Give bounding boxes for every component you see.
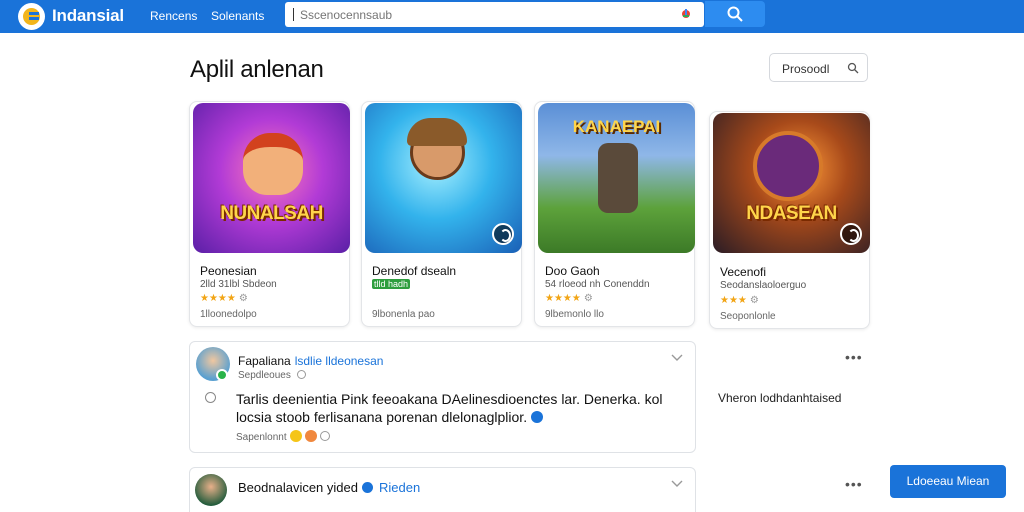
post-author: Beodnalavicen yided Rieden [238,480,420,495]
search-box[interactable] [285,2,704,27]
nav-link-1[interactable]: Rencens [150,9,197,23]
clock-icon [319,431,330,441]
author-name[interactable]: Beodnalavicen yided [238,480,358,495]
brand-name[interactable]: Indansial [52,6,124,26]
app-card[interactable]: NDASEAN Vecenofi Seodanslaoloerguo ★★★ ⚙ … [709,111,870,329]
feed-post: Fapaliana lsdlie lldeonesan Sepdleoues Ta… [189,341,696,453]
post-time: Sepdleoues [238,370,306,381]
app-meta: 9lbemonlo llo [545,309,604,320]
character-art [407,118,467,180]
emoji-laugh-icon [304,430,317,442]
character-art [243,133,303,195]
thumbnail-title: NDASEAN [746,203,837,224]
filter-button[interactable]: Prosoodl [769,53,868,82]
settings-icon: ⚙ [583,293,593,304]
clock-icon [296,370,306,379]
app-subtitle: tlld hadh [372,279,411,289]
filter-button-label: Prosoodl [782,62,830,76]
app-thumbnail[interactable]: NUNALSAH [193,103,350,253]
play-badge-icon[interactable] [840,223,862,245]
author-tag[interactable]: lsdlie lldeonesan [295,354,384,368]
app-meta: Seoponlonle [720,311,776,322]
app-name[interactable]: Doo Gaoh [545,264,600,278]
emoji-smile-icon [289,430,302,442]
search-small-icon [847,62,859,74]
select-radio[interactable] [205,392,216,403]
app-card[interactable]: Denedof dsealn tlld hadh 9lbonenla pao [361,101,522,327]
app-rating: ★★★ ⚙ [720,295,759,306]
author-name[interactable]: Fapaliana [238,354,291,368]
play-badge-icon[interactable] [492,223,514,245]
search-button[interactable] [705,1,765,27]
verified-icon [531,411,544,423]
app-subtitle: Seodanslaoloerguo [720,280,807,291]
brand-logo-icon[interactable] [18,3,45,30]
online-status-icon [216,369,228,381]
post-body: Tarlis deenientia Pink feeoakana DAeline… [236,391,663,425]
feed-post: Beodnalavicen yided Rieden [189,467,696,512]
cta-button[interactable]: Ldoeeau Miean [890,465,1006,498]
chevron-down-icon[interactable] [671,354,683,362]
thumbnail-title: NUNALSAH [220,203,323,224]
post-footer: Sapenlonnt [236,430,330,443]
settings-icon: ⚙ [749,295,759,306]
more-options-icon[interactable]: ••• [845,349,863,365]
app-subtitle: 2lld 31lbl Sbdeon [200,279,277,290]
app-name[interactable]: Peonesian [200,264,257,278]
app-rating: ★★★★ ⚙ [545,293,593,304]
app-name[interactable]: Vecenofi [720,265,766,279]
app-meta: 1lloonedolpo [200,309,257,320]
settings-icon: ⚙ [238,293,248,304]
app-card[interactable]: NUNALSAH Peonesian 2lld 31lbl Sbdeon ★★★… [189,101,350,327]
app-meta: 9lbonenla pao [372,309,435,320]
app-thumbnail[interactable] [365,103,522,253]
app-card[interactable]: KANAEPAI Doo Gaoh 54 rloeod nh Conenddn … [534,101,695,327]
app-thumbnail[interactable]: KANAEPAI [538,103,695,253]
voice-search-icon[interactable] [680,8,692,20]
thumbnail-title: KANAEPAI [572,117,661,136]
sidebar-text: Vheron lodhdanhtaised [718,391,842,405]
verified-icon [361,482,373,493]
app-name[interactable]: Denedof dsealn [372,264,456,278]
page-title: Aplil anlenan [190,56,324,83]
chevron-down-icon[interactable] [671,480,683,488]
top-bar: Indansial Rencens Solenants [0,0,1024,33]
more-options-icon[interactable]: ••• [845,476,863,492]
character-art [753,131,823,201]
search-input[interactable] [300,5,660,24]
avatar[interactable] [195,474,227,506]
character-art [598,143,638,213]
nav-link-2[interactable]: Solenants [211,9,264,23]
post-author: Fapaliana lsdlie lldeonesan [238,354,383,368]
author-tag[interactable]: Rieden [379,480,420,495]
text-caret [293,8,294,21]
app-subtitle: 54 rloeod nh Conenddn [545,279,650,290]
app-rating: ★★★★ ⚙ [200,293,248,304]
app-thumbnail[interactable]: NDASEAN [713,113,870,253]
search-icon [727,6,743,22]
